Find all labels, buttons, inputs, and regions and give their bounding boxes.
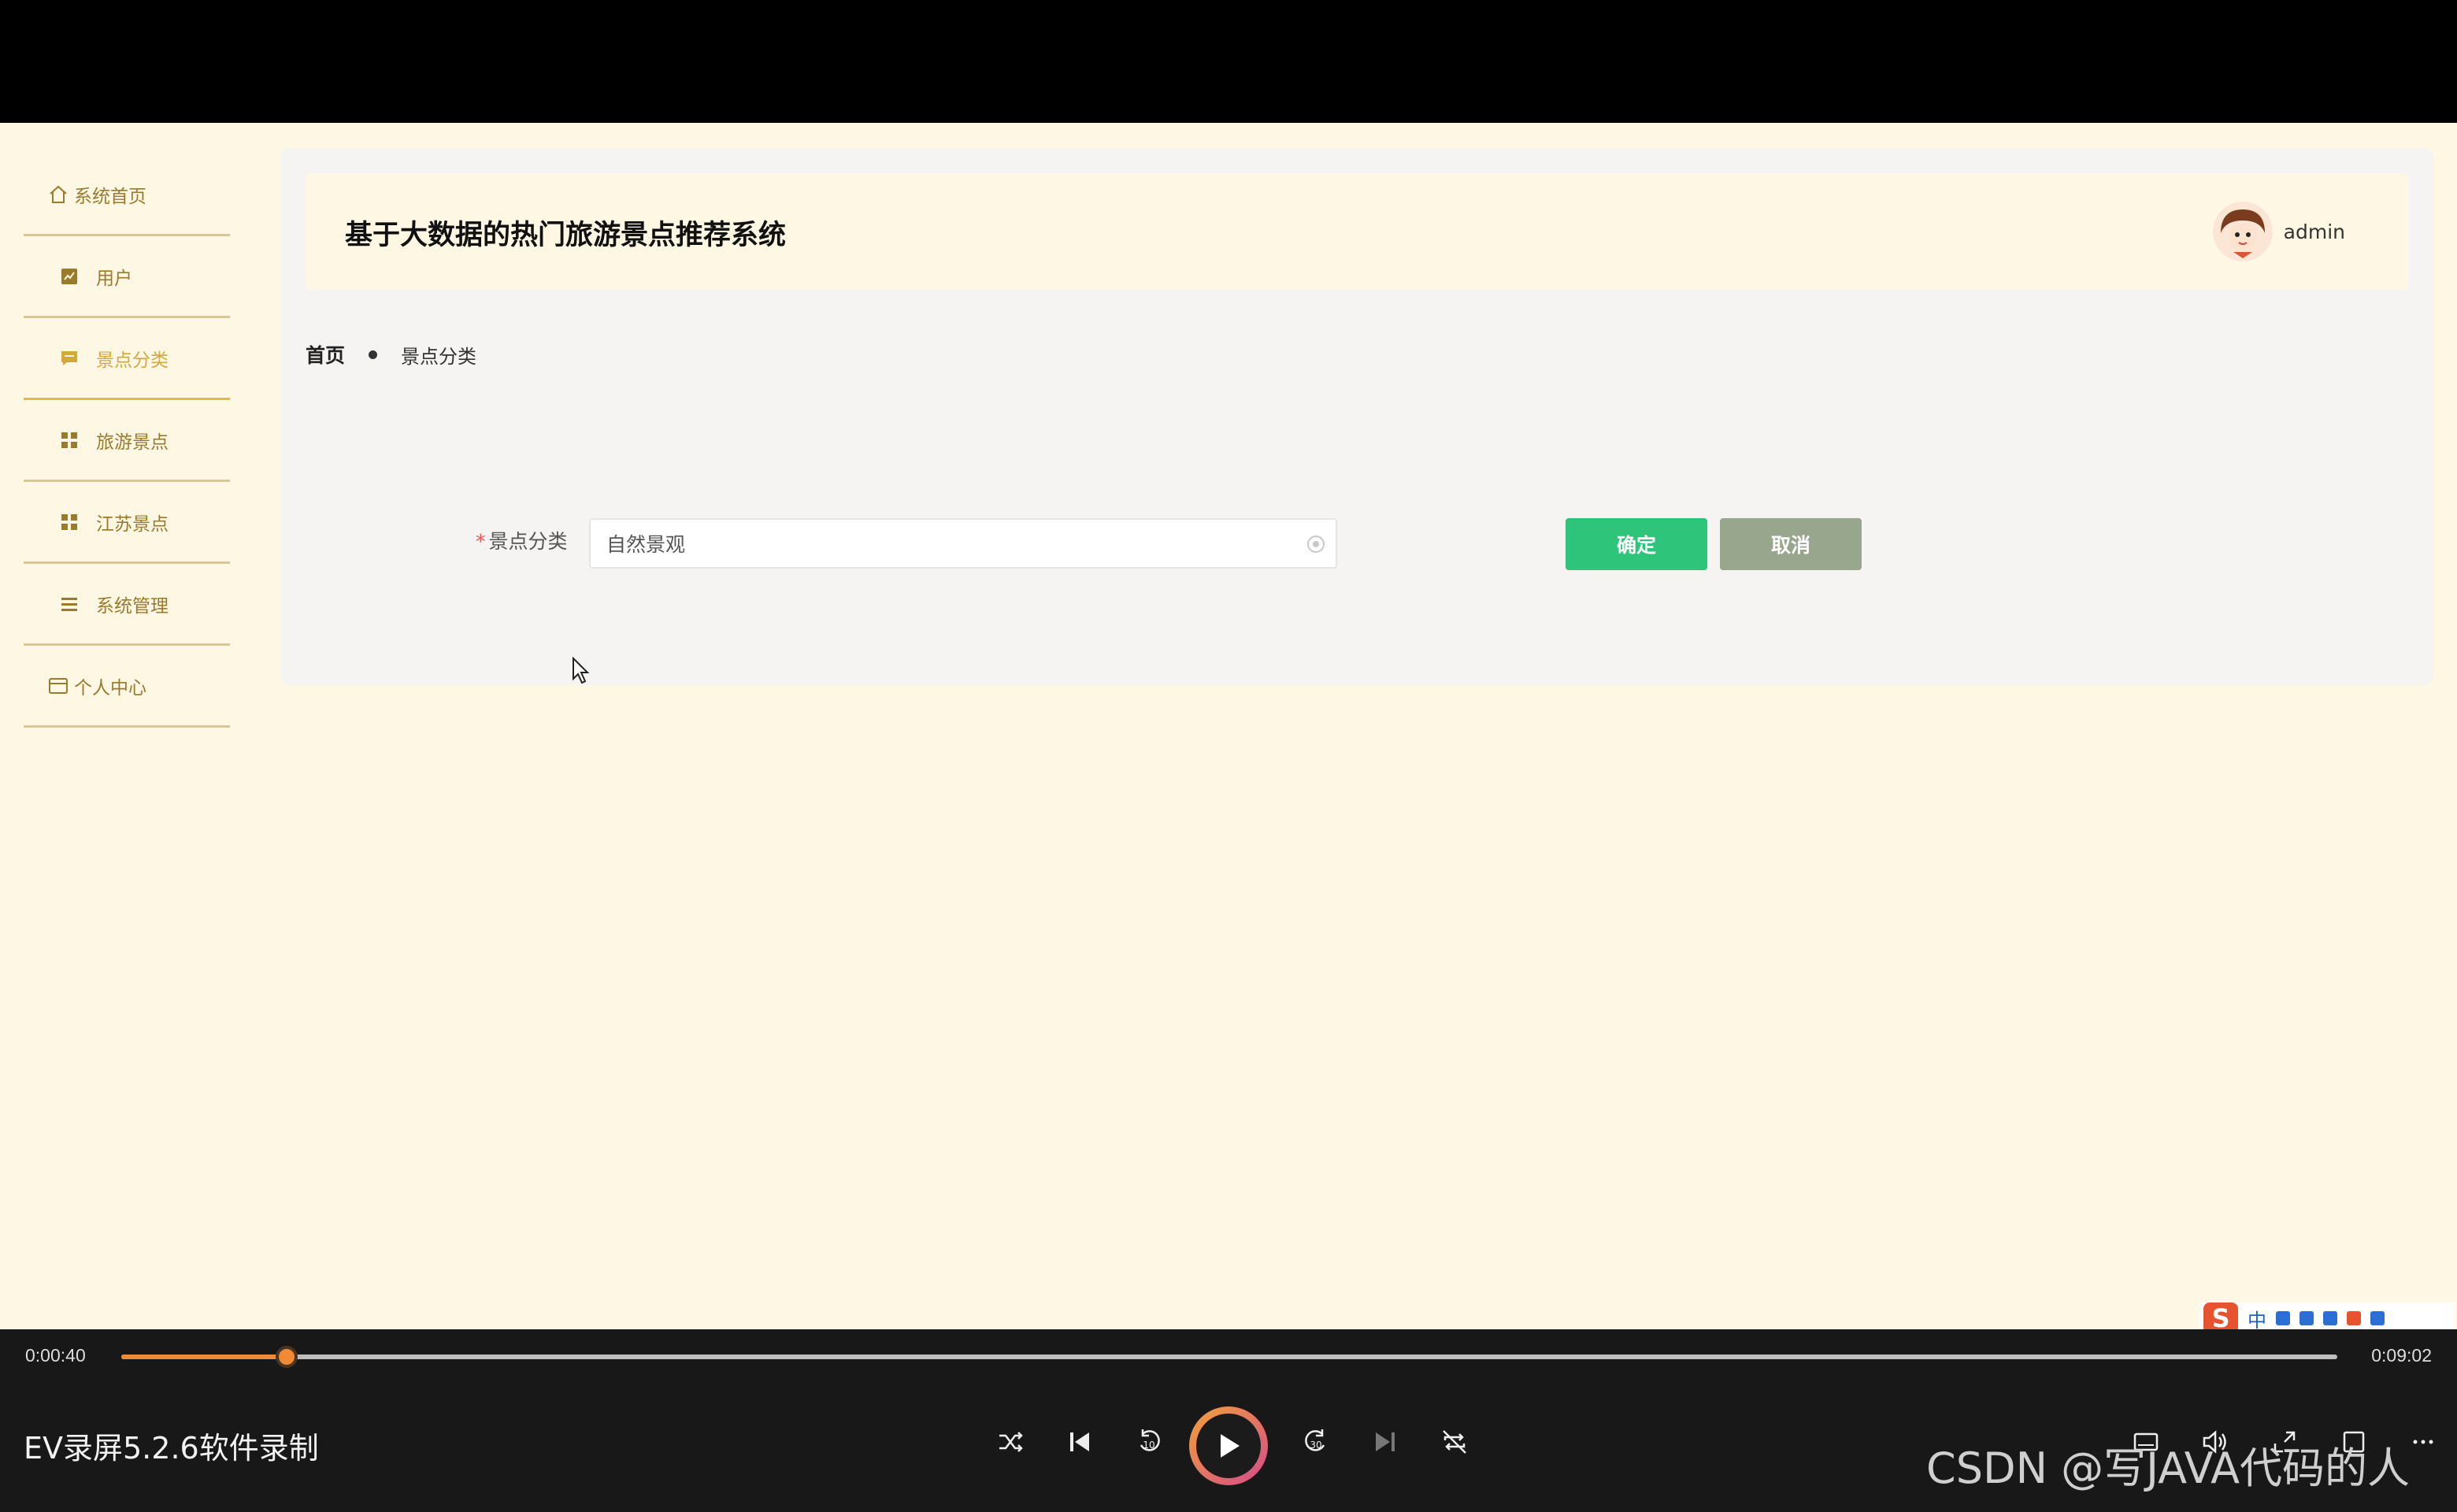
avatar [2212,202,2273,261]
confirm-button[interactable]: 确定 [1566,518,1707,570]
sidebar-item-label: 景点分类 [96,350,169,371]
previous-icon[interactable] [1060,1422,1099,1462]
category-input-value: 自然景观 [606,533,686,556]
breadcrumb-separator-icon [369,350,378,359]
svg-text:30: 30 [1310,1440,1321,1451]
page-title: 基于大数据的热门旅游景点推荐系统 [345,220,787,251]
main-panel: 基于大数据的热门旅游景点推荐系统 admin 首页 景点分类 * 景点分类 自然… [280,148,2433,685]
sidebar-item-home[interactable]: 系统首页 [24,154,230,236]
chart-icon [58,265,80,287]
breadcrumb: 首页 景点分类 [306,340,476,369]
ime-keyboard-icon[interactable] [2323,1311,2337,1325]
grid-icon [58,511,80,533]
progress-thumb[interactable] [276,1346,298,1368]
next-icon[interactable] [1366,1422,1405,1462]
ime-lang-toggle[interactable]: 中 [2248,1305,2266,1332]
card-icon [47,675,69,697]
required-mark: * [476,530,486,553]
repeat-off-icon[interactable] [1435,1422,1474,1462]
progress-track[interactable] [121,1354,2337,1359]
category-field-label-text: 景点分类 [488,530,568,553]
progress-fill [121,1354,287,1359]
video-player-bar: 0:00:40 0:09:02 EV录屏5.2.6软件录制 10 30 CSDN… [0,1329,2457,1512]
list-icon [58,593,80,615]
sidebar-item-label: 江苏景点 [96,513,169,535]
total-time: 0:09:02 [2371,1345,2432,1366]
message-icon [58,347,80,369]
sidebar-item-users[interactable]: 用户 [24,236,230,318]
sidebar-item-label: 个人中心 [74,677,146,699]
ime-skin-icon[interactable] [2347,1311,2361,1325]
forward-30-icon[interactable]: 30 [1296,1422,1336,1462]
sidebar: 系统首页 用户 景点分类 旅游景点 江苏景点 系统管理 个人中心 [24,154,230,728]
sidebar-item-label: 系统管理 [96,595,169,617]
breadcrumb-home[interactable]: 首页 [306,340,345,369]
user-menu[interactable]: admin [2212,202,2345,261]
page-header: 基于大数据的热门旅游景点推荐系统 admin [306,173,2408,290]
top-black-bar [0,0,2457,123]
mouse-cursor-icon [573,657,590,684]
sidebar-item-profile[interactable]: 个人中心 [24,646,230,728]
sidebar-item-jiangsu[interactable]: 江苏景点 [24,482,230,564]
sidebar-item-system[interactable]: 系统管理 [24,564,230,646]
cancel-button[interactable]: 取消 [1720,518,1862,570]
sidebar-item-label: 用户 [96,268,132,289]
ime-tools-icon[interactable] [2370,1311,2385,1325]
play-button[interactable] [1189,1406,1268,1485]
sidebar-item-label: 系统首页 [74,186,146,207]
shuffle-icon[interactable] [991,1422,1030,1462]
sidebar-item-label: 旅游景点 [96,432,169,453]
svg-text:10: 10 [1143,1440,1154,1451]
clear-icon[interactable] [1307,536,1325,553]
username: admin [2283,220,2345,243]
watermark: CSDN @写JAVA代码的人 [1926,1443,2411,1493]
home-icon [47,183,69,206]
recorder-title: EV录屏5.2.6软件录制 [24,1431,319,1466]
rewind-10-icon[interactable]: 10 [1129,1422,1169,1462]
ime-mic-icon[interactable] [2300,1311,2314,1325]
grid-icon [58,429,80,451]
play-icon [1196,1414,1261,1478]
breadcrumb-current: 景点分类 [401,345,477,368]
current-time: 0:00:40 [25,1345,86,1366]
ime-punct-icon[interactable] [2276,1311,2290,1325]
sidebar-item-attractions[interactable]: 旅游景点 [24,400,230,482]
category-field-label: * 景点分类 [476,526,568,554]
sidebar-item-category[interactable]: 景点分类 [24,318,230,400]
app-window: 系统首页 用户 景点分类 旅游景点 江苏景点 系统管理 个人中心 基于大数据的热… [0,123,2457,1329]
category-input[interactable]: 自然景观 [589,518,1337,569]
